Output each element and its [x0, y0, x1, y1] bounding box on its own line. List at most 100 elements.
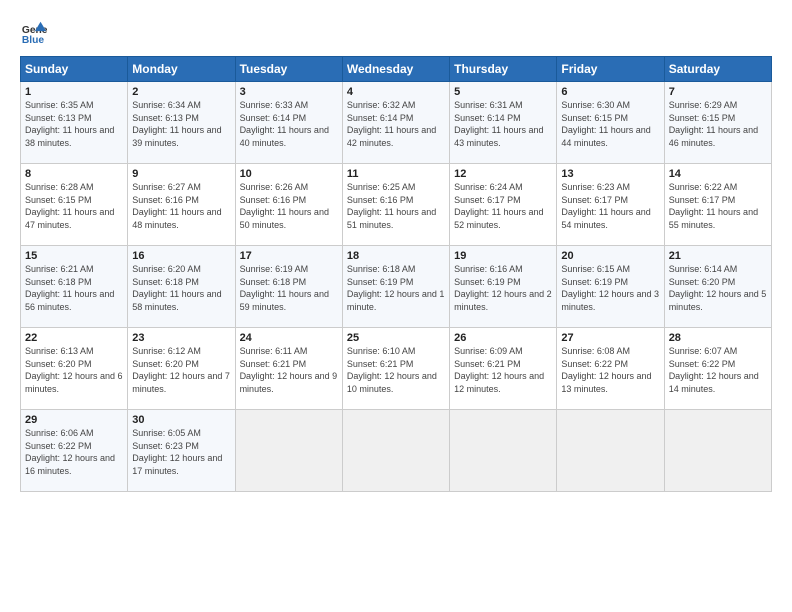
day-number: 15	[25, 250, 123, 262]
weekday-header: Thursday	[450, 57, 557, 82]
day-info: Sunrise: 6:32 AMSunset: 6:14 PMDaylight:…	[347, 100, 436, 148]
day-number: 27	[561, 332, 659, 344]
day-info: Sunrise: 6:22 AMSunset: 6:17 PMDaylight:…	[669, 182, 758, 230]
logo-icon: General Blue	[20, 18, 48, 46]
day-number: 14	[669, 168, 767, 180]
day-number: 22	[25, 332, 123, 344]
day-number: 28	[669, 332, 767, 344]
day-number: 25	[347, 332, 445, 344]
calendar-cell	[664, 410, 771, 492]
calendar-cell: 12 Sunrise: 6:24 AMSunset: 6:17 PMDaylig…	[450, 164, 557, 246]
day-number: 6	[561, 86, 659, 98]
day-info: Sunrise: 6:16 AMSunset: 6:19 PMDaylight:…	[454, 264, 552, 312]
day-info: Sunrise: 6:07 AMSunset: 6:22 PMDaylight:…	[669, 346, 759, 394]
calendar-cell: 25 Sunrise: 6:10 AMSunset: 6:21 PMDaylig…	[342, 328, 449, 410]
day-number: 3	[240, 86, 338, 98]
calendar-body: 1 Sunrise: 6:35 AMSunset: 6:13 PMDayligh…	[21, 82, 772, 492]
day-info: Sunrise: 6:09 AMSunset: 6:21 PMDaylight:…	[454, 346, 544, 394]
calendar-table: SundayMondayTuesdayWednesdayThursdayFrid…	[20, 56, 772, 492]
day-info: Sunrise: 6:10 AMSunset: 6:21 PMDaylight:…	[347, 346, 437, 394]
day-info: Sunrise: 6:19 AMSunset: 6:18 PMDaylight:…	[240, 264, 329, 312]
calendar-cell	[557, 410, 664, 492]
day-number: 19	[454, 250, 552, 262]
day-number: 29	[25, 414, 123, 426]
header: General Blue	[20, 18, 772, 46]
weekday-header: Sunday	[21, 57, 128, 82]
day-number: 18	[347, 250, 445, 262]
day-info: Sunrise: 6:23 AMSunset: 6:17 PMDaylight:…	[561, 182, 650, 230]
calendar-cell: 3 Sunrise: 6:33 AMSunset: 6:14 PMDayligh…	[235, 82, 342, 164]
day-info: Sunrise: 6:06 AMSunset: 6:22 PMDaylight:…	[25, 428, 115, 476]
day-number: 13	[561, 168, 659, 180]
day-info: Sunrise: 6:33 AMSunset: 6:14 PMDaylight:…	[240, 100, 329, 148]
calendar-cell: 26 Sunrise: 6:09 AMSunset: 6:21 PMDaylig…	[450, 328, 557, 410]
day-info: Sunrise: 6:30 AMSunset: 6:15 PMDaylight:…	[561, 100, 650, 148]
calendar-week-row: 29 Sunrise: 6:06 AMSunset: 6:22 PMDaylig…	[21, 410, 772, 492]
day-number: 26	[454, 332, 552, 344]
day-number: 10	[240, 168, 338, 180]
day-number: 5	[454, 86, 552, 98]
calendar-cell: 19 Sunrise: 6:16 AMSunset: 6:19 PMDaylig…	[450, 246, 557, 328]
day-info: Sunrise: 6:31 AMSunset: 6:14 PMDaylight:…	[454, 100, 543, 148]
day-number: 12	[454, 168, 552, 180]
calendar-cell	[450, 410, 557, 492]
day-number: 17	[240, 250, 338, 262]
calendar-cell: 17 Sunrise: 6:19 AMSunset: 6:18 PMDaylig…	[235, 246, 342, 328]
weekday-header: Tuesday	[235, 57, 342, 82]
calendar-cell: 21 Sunrise: 6:14 AMSunset: 6:20 PMDaylig…	[664, 246, 771, 328]
day-info: Sunrise: 6:34 AMSunset: 6:13 PMDaylight:…	[132, 100, 221, 148]
calendar-cell: 10 Sunrise: 6:26 AMSunset: 6:16 PMDaylig…	[235, 164, 342, 246]
day-info: Sunrise: 6:15 AMSunset: 6:19 PMDaylight:…	[561, 264, 659, 312]
day-number: 11	[347, 168, 445, 180]
day-number: 30	[132, 414, 230, 426]
day-info: Sunrise: 6:05 AMSunset: 6:23 PMDaylight:…	[132, 428, 222, 476]
day-info: Sunrise: 6:25 AMSunset: 6:16 PMDaylight:…	[347, 182, 436, 230]
logo: General Blue	[20, 18, 48, 46]
day-info: Sunrise: 6:27 AMSunset: 6:16 PMDaylight:…	[132, 182, 221, 230]
calendar-cell: 29 Sunrise: 6:06 AMSunset: 6:22 PMDaylig…	[21, 410, 128, 492]
day-info: Sunrise: 6:12 AMSunset: 6:20 PMDaylight:…	[132, 346, 230, 394]
weekday-header: Saturday	[664, 57, 771, 82]
calendar-cell: 28 Sunrise: 6:07 AMSunset: 6:22 PMDaylig…	[664, 328, 771, 410]
calendar-cell: 13 Sunrise: 6:23 AMSunset: 6:17 PMDaylig…	[557, 164, 664, 246]
calendar-header: SundayMondayTuesdayWednesdayThursdayFrid…	[21, 57, 772, 82]
day-info: Sunrise: 6:11 AMSunset: 6:21 PMDaylight:…	[240, 346, 338, 394]
calendar-cell: 15 Sunrise: 6:21 AMSunset: 6:18 PMDaylig…	[21, 246, 128, 328]
day-info: Sunrise: 6:35 AMSunset: 6:13 PMDaylight:…	[25, 100, 114, 148]
calendar-cell: 30 Sunrise: 6:05 AMSunset: 6:23 PMDaylig…	[128, 410, 235, 492]
calendar-week-row: 1 Sunrise: 6:35 AMSunset: 6:13 PMDayligh…	[21, 82, 772, 164]
calendar-cell: 22 Sunrise: 6:13 AMSunset: 6:20 PMDaylig…	[21, 328, 128, 410]
day-number: 21	[669, 250, 767, 262]
day-info: Sunrise: 6:08 AMSunset: 6:22 PMDaylight:…	[561, 346, 651, 394]
day-info: Sunrise: 6:26 AMSunset: 6:16 PMDaylight:…	[240, 182, 329, 230]
day-number: 9	[132, 168, 230, 180]
day-number: 7	[669, 86, 767, 98]
calendar-page: General Blue SundayMondayTuesdayWednesda…	[0, 0, 792, 612]
calendar-cell: 9 Sunrise: 6:27 AMSunset: 6:16 PMDayligh…	[128, 164, 235, 246]
calendar-week-row: 22 Sunrise: 6:13 AMSunset: 6:20 PMDaylig…	[21, 328, 772, 410]
day-number: 24	[240, 332, 338, 344]
calendar-week-row: 15 Sunrise: 6:21 AMSunset: 6:18 PMDaylig…	[21, 246, 772, 328]
day-info: Sunrise: 6:18 AMSunset: 6:19 PMDaylight:…	[347, 264, 445, 312]
calendar-cell: 8 Sunrise: 6:28 AMSunset: 6:15 PMDayligh…	[21, 164, 128, 246]
day-info: Sunrise: 6:29 AMSunset: 6:15 PMDaylight:…	[669, 100, 758, 148]
day-number: 16	[132, 250, 230, 262]
day-number: 1	[25, 86, 123, 98]
calendar-cell: 6 Sunrise: 6:30 AMSunset: 6:15 PMDayligh…	[557, 82, 664, 164]
weekday-header: Wednesday	[342, 57, 449, 82]
day-number: 2	[132, 86, 230, 98]
day-number: 20	[561, 250, 659, 262]
calendar-cell: 11 Sunrise: 6:25 AMSunset: 6:16 PMDaylig…	[342, 164, 449, 246]
weekday-header: Friday	[557, 57, 664, 82]
calendar-cell: 27 Sunrise: 6:08 AMSunset: 6:22 PMDaylig…	[557, 328, 664, 410]
calendar-cell: 16 Sunrise: 6:20 AMSunset: 6:18 PMDaylig…	[128, 246, 235, 328]
day-info: Sunrise: 6:14 AMSunset: 6:20 PMDaylight:…	[669, 264, 767, 312]
day-info: Sunrise: 6:20 AMSunset: 6:18 PMDaylight:…	[132, 264, 221, 312]
day-number: 23	[132, 332, 230, 344]
day-number: 8	[25, 168, 123, 180]
calendar-cell: 23 Sunrise: 6:12 AMSunset: 6:20 PMDaylig…	[128, 328, 235, 410]
calendar-cell: 5 Sunrise: 6:31 AMSunset: 6:14 PMDayligh…	[450, 82, 557, 164]
calendar-cell: 20 Sunrise: 6:15 AMSunset: 6:19 PMDaylig…	[557, 246, 664, 328]
calendar-cell: 24 Sunrise: 6:11 AMSunset: 6:21 PMDaylig…	[235, 328, 342, 410]
day-number: 4	[347, 86, 445, 98]
